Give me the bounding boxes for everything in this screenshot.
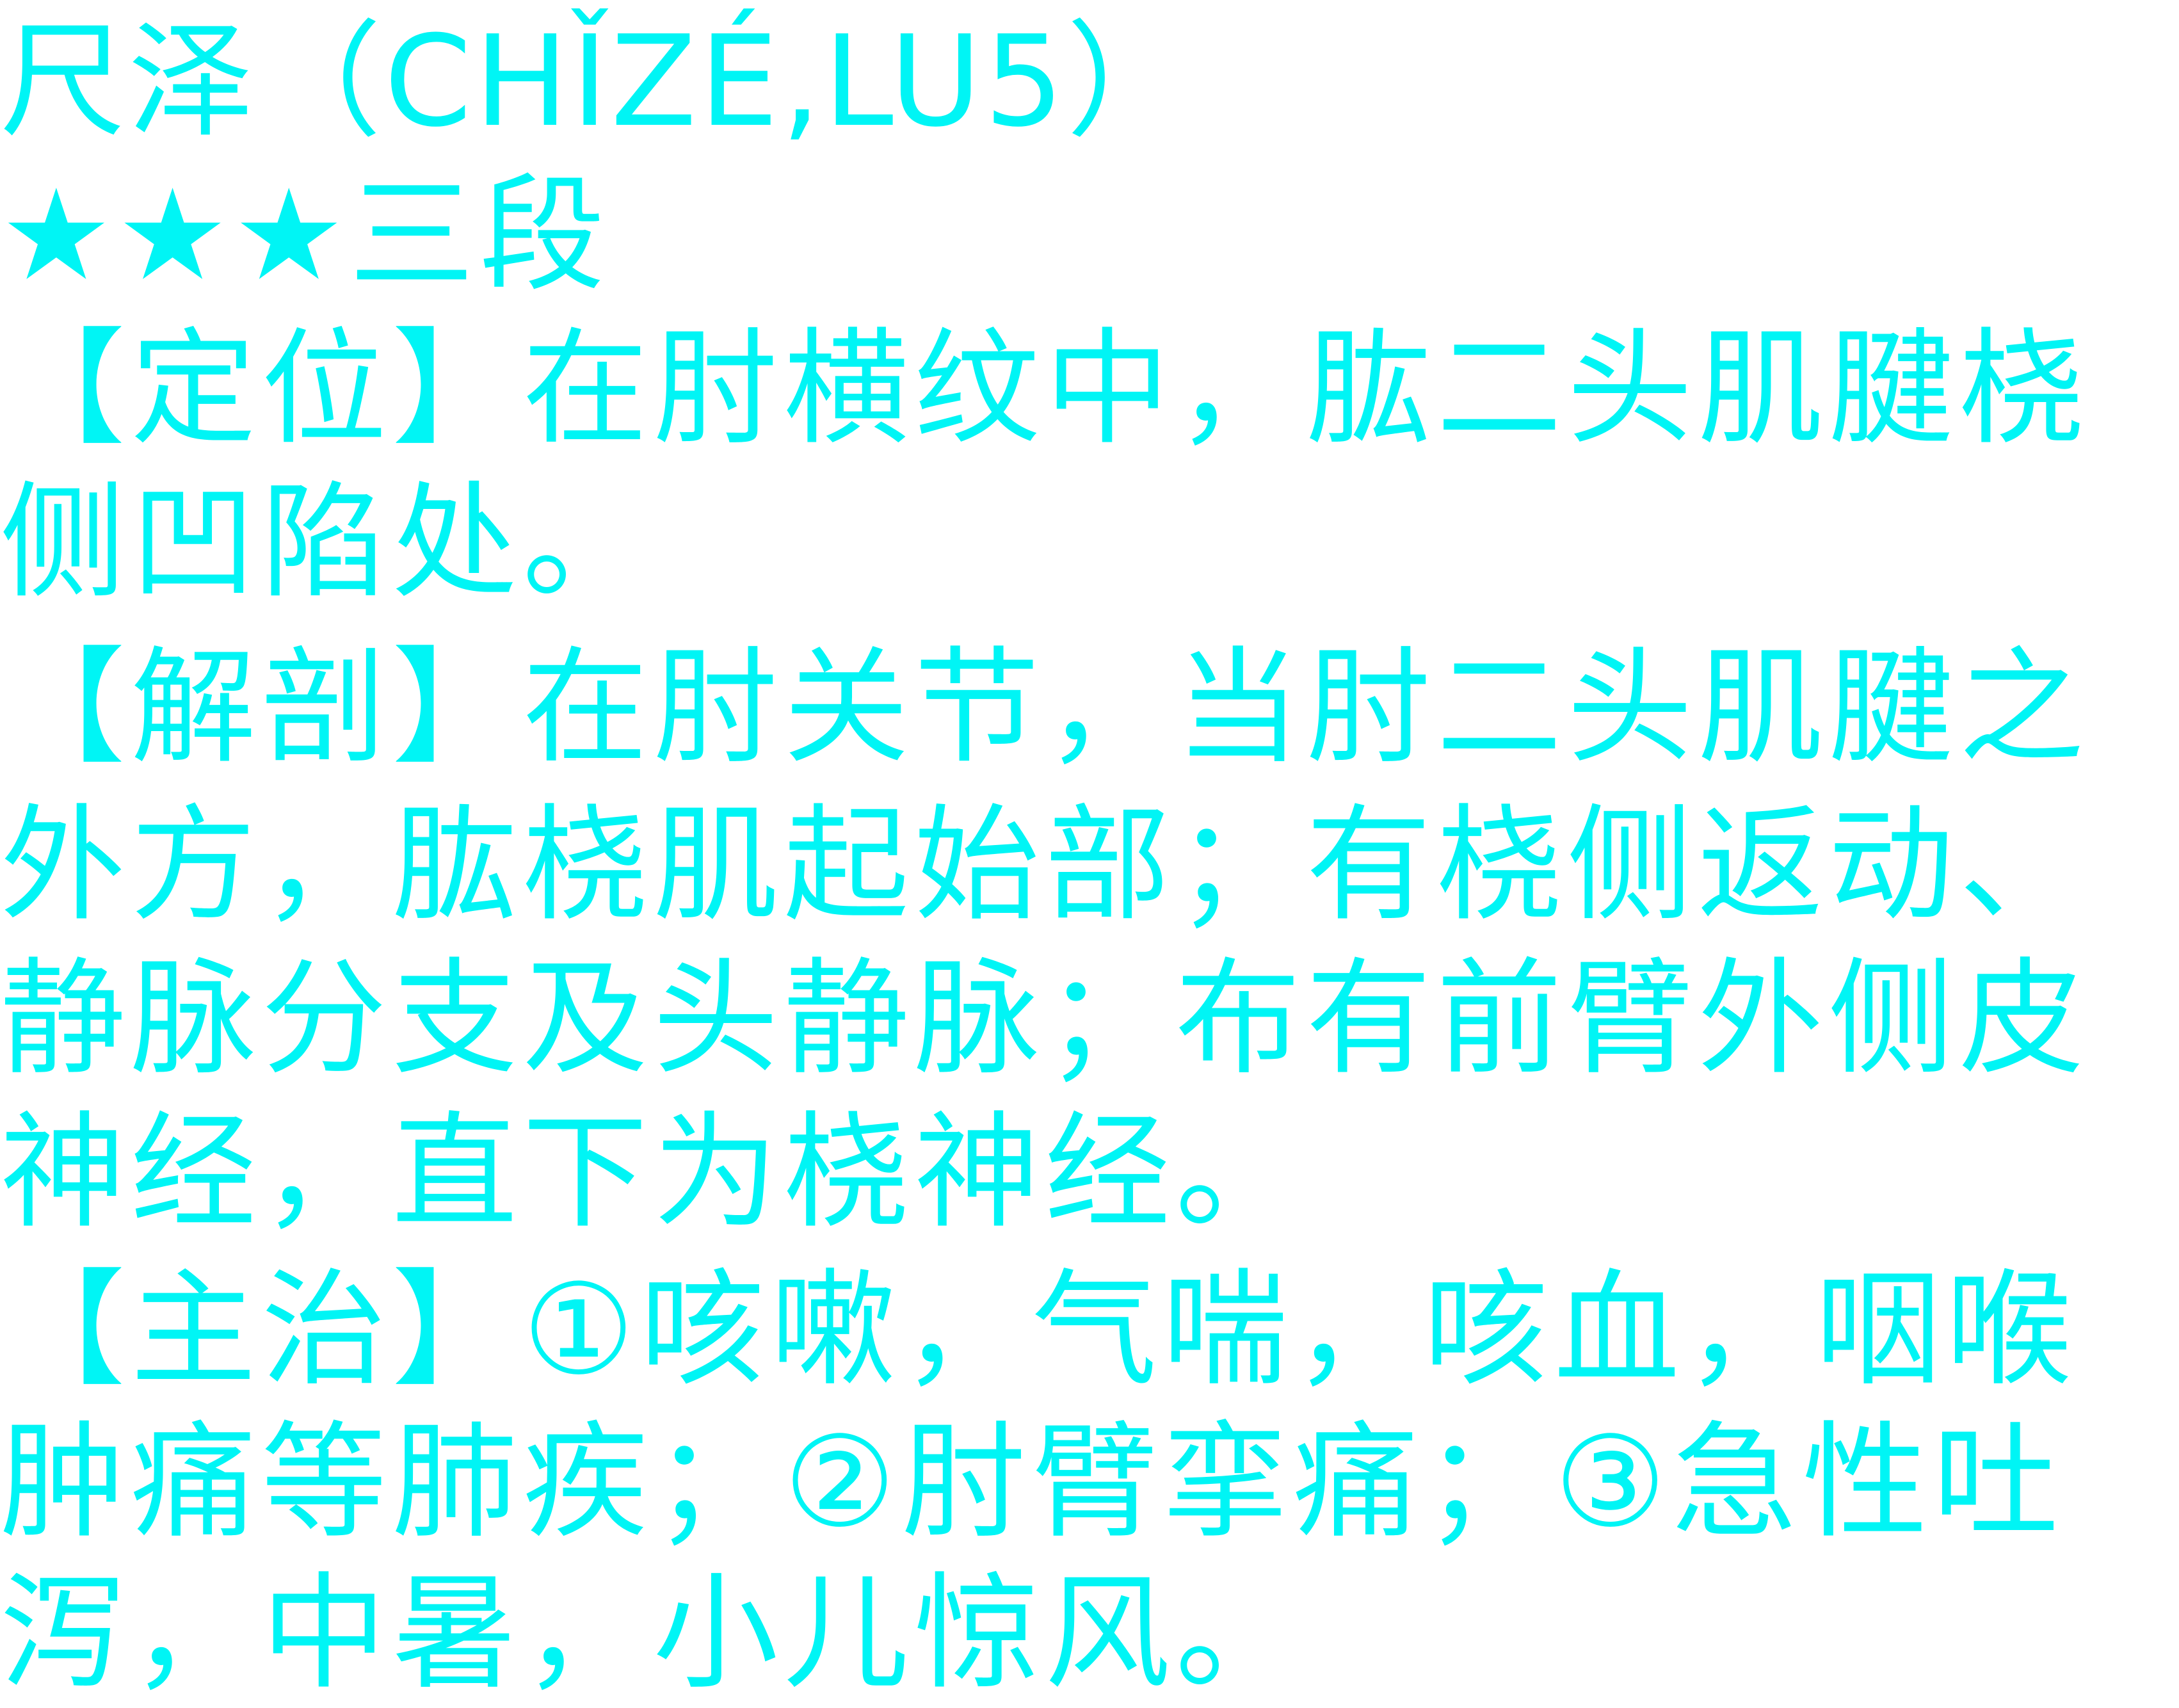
indications-text-line-1: 【主治】①咳嗽，气喘，咳血，咽喉 (0, 1257, 2077, 1403)
anatomy-text-line-2: 外方，肱桡肌起始部；有桡侧返动、 (0, 793, 2090, 939)
acupoint-entry: 尺泽（CHǏZÉ,LU5） ★★★三段 【定位】在肘横纹中，肱二头肌腱桡 侧凹陷… (0, 0, 2179, 1707)
acupoint-title: 尺泽（CHǏZÉ,LU5） (0, 9, 1195, 155)
anatomy-text-line-4: 神经，直下为桡神经。 (0, 1100, 1307, 1246)
rating-stars-icon: ★★★ (0, 163, 350, 309)
indications-text-line-2: 肿痛等肺疾；②肘臂挛痛；③急性吐 (0, 1410, 2064, 1556)
indications-text-line-3: 泻，中暑，小儿惊风。 (0, 1561, 1307, 1707)
rating-label: 三段 (349, 163, 611, 309)
anatomy-text-line-1: 【解剖】在肘关节，当肘二头肌腱之 (0, 635, 2090, 781)
location-text-line-2: 侧凹陷处。 (0, 470, 654, 616)
star-rating: ★★★三段 (0, 161, 610, 310)
anatomy-text-line-3: 静脉分支及头静脉；布有前臂外侧皮 (0, 946, 2090, 1092)
location-text-line-1: 【定位】在肘横纹中，肱二头肌腱桡 (0, 316, 2090, 462)
